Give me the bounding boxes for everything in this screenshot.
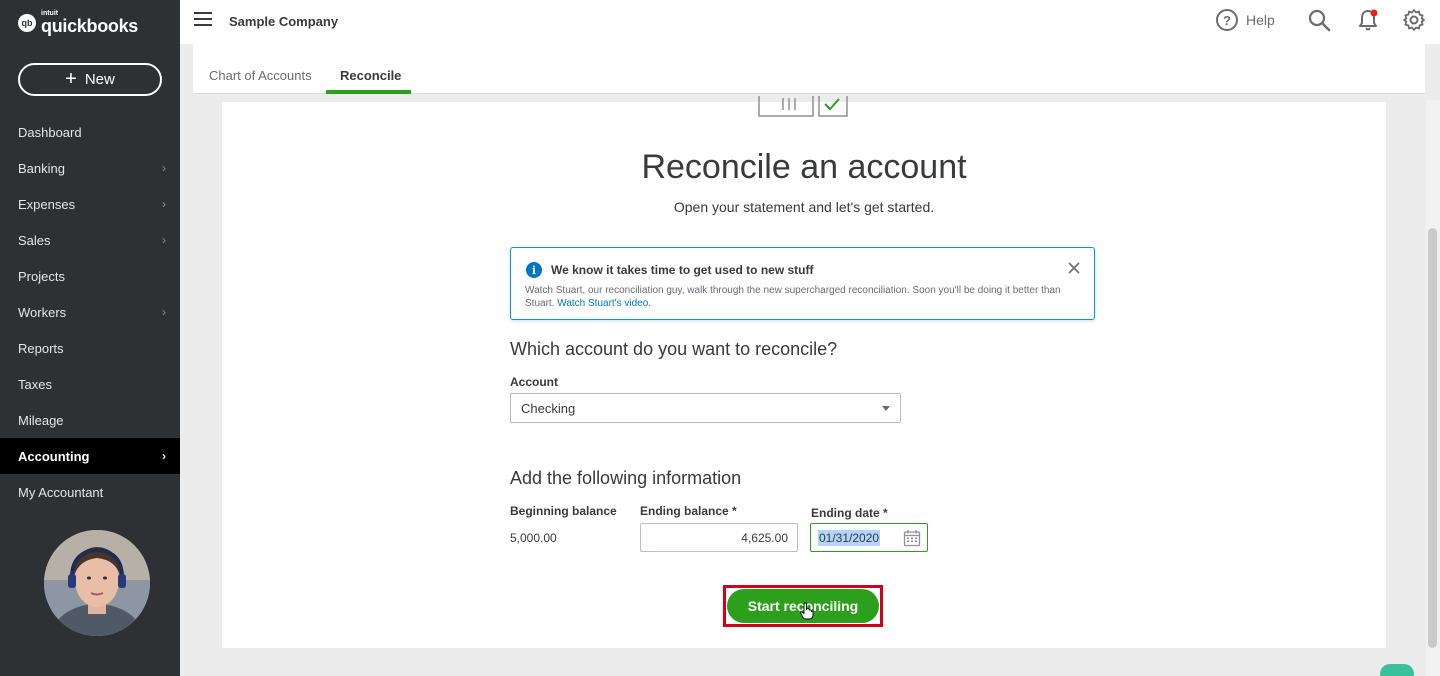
logo-brand-text: quickbooks [41, 16, 139, 36]
info-icon: i [526, 262, 542, 278]
sidebar-item-reports[interactable]: Reports [0, 330, 180, 366]
chevron-right-icon: › [162, 161, 166, 175]
calendar-icon[interactable] [903, 529, 921, 547]
sidebar-item-my-accountant[interactable]: My Accountant [0, 474, 180, 510]
active-tab-indicator [326, 90, 411, 94]
reconcile-panel: Reconcile an account Open your statement… [222, 96, 1386, 648]
sidebar-item-label: Banking [18, 160, 65, 176]
help-label: Help [1246, 12, 1275, 28]
info-banner-title: We know it takes time to get used to new… [551, 263, 814, 277]
sidebar-item-label: Dashboard [18, 124, 82, 140]
sidebar-item-mileage[interactable]: Mileage [0, 402, 180, 438]
assistant-badge-icon[interactable] [1380, 664, 1414, 676]
chevron-right-icon: › [162, 449, 166, 463]
tab-chart-of-accounts[interactable]: Chart of Accounts [209, 68, 312, 83]
company-name: Sample Company [229, 14, 339, 29]
webcam-avatar [44, 530, 150, 636]
sidebar-item-expenses[interactable]: Expenses › [0, 186, 180, 222]
close-icon[interactable] [1067, 261, 1081, 275]
hand-cursor-icon [800, 602, 814, 620]
page-subtitle: Open your statement and let's get starte… [673, 199, 935, 215]
info-banner-body: Watch Stuart, our reconciliation guy, wa… [525, 284, 1080, 310]
sidebar-item-banking[interactable]: Banking › [0, 150, 180, 186]
chevron-down-icon [882, 405, 890, 411]
info-banner: i We know it takes time to get used to n… [510, 247, 1095, 320]
qb-logo-icon: qb [18, 13, 36, 32]
sidebar-item-projects[interactable]: Projects [0, 258, 180, 294]
page-title: Reconcile an account [641, 148, 967, 186]
account-select-value: Checking [521, 400, 576, 416]
reconcile-illustration-icon [757, 96, 852, 124]
sidebar: qb intuit quickbooks + New Dashboard Bank… [0, 0, 180, 676]
page-scrollbar[interactable] [1426, 100, 1440, 676]
sidebar-item-label: Expenses [18, 196, 76, 212]
account-select[interactable]: Checking [510, 393, 901, 423]
sidebar-item-label: Accounting [18, 448, 90, 464]
sidebar-item-label: Taxes [18, 376, 52, 392]
new-button[interactable]: + New [18, 63, 162, 96]
tab-reconcile[interactable]: Reconcile [340, 68, 401, 83]
tab-bar: Chart of Accounts Reconcile [193, 44, 1425, 94]
top-bar: Sample Company ? Help [180, 0, 1440, 44]
settings-gear-icon[interactable] [1402, 8, 1426, 32]
scrollbar-thumb[interactable] [1428, 228, 1437, 648]
search-icon[interactable] [1307, 8, 1331, 32]
account-label: Account [510, 375, 558, 389]
sidebar-nav: Dashboard Banking › Expenses › Sales › Projects… [0, 114, 180, 510]
sidebar-item-sales[interactable]: Sales › [0, 222, 180, 258]
sidebar-item-label: Workers [18, 304, 67, 320]
beginning-balance-value: 5,000.00 [510, 531, 557, 545]
sidebar-item-workers[interactable]: Workers › [0, 294, 180, 330]
hamburger-menu-icon[interactable] [194, 12, 212, 26]
ending-date-label: Ending date * [811, 506, 888, 520]
sidebar-item-label: Sales [18, 232, 51, 248]
chevron-right-icon: › [162, 305, 166, 319]
notification-bell-icon[interactable] [1356, 8, 1380, 32]
sidebar-item-accounting[interactable]: Accounting › [0, 438, 180, 474]
information-heading: Add the following information [510, 468, 742, 488]
ending-date-value: 01/31/2020 [818, 529, 881, 546]
watch-video-link[interactable]: Watch Stuart's video. [557, 298, 651, 309]
sidebar-item-taxes[interactable]: Taxes [0, 366, 180, 402]
new-button-label: New [84, 71, 115, 88]
beginning-balance-label: Beginning balance [510, 504, 617, 518]
sidebar-item-dashboard[interactable]: Dashboard [0, 114, 180, 150]
ending-balance-input[interactable] [640, 523, 798, 552]
ending-balance-label: Ending balance * [640, 504, 737, 518]
plus-icon: + [65, 67, 77, 90]
account-question: Which account do you want to reconcile? [510, 339, 838, 359]
sidebar-item-label: Reports [18, 340, 64, 356]
sidebar-item-label: My Accountant [18, 484, 104, 500]
chevron-right-icon: › [162, 197, 166, 211]
help-icon: ? [1216, 9, 1238, 31]
sidebar-item-label: Projects [18, 268, 65, 284]
ending-date-input[interactable]: 01/31/2020 [810, 523, 928, 552]
help-button[interactable]: ? Help [1216, 9, 1275, 31]
chevron-right-icon: › [162, 233, 166, 247]
quickbooks-logo[interactable]: qb intuit quickbooks [18, 10, 138, 35]
sidebar-item-label: Mileage [18, 412, 64, 428]
